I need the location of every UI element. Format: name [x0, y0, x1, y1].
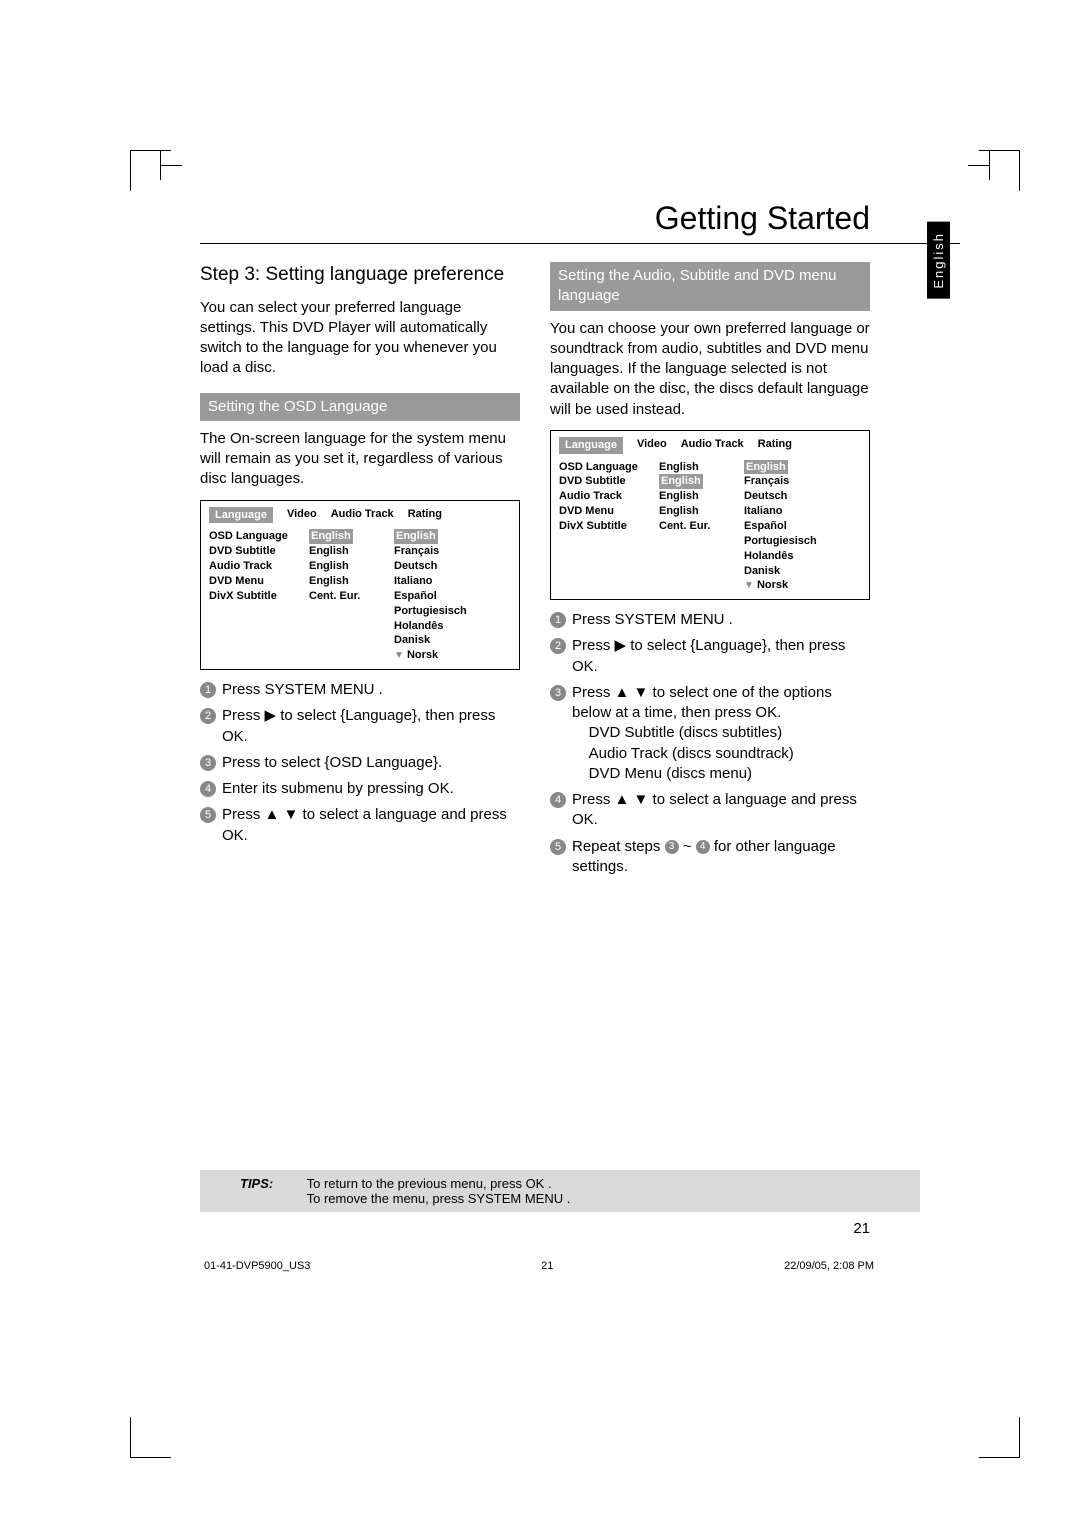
step-badge: 4 — [200, 781, 216, 797]
menu-row-label: DivX Subtitle — [559, 519, 649, 534]
menu-row-label: OSD Language — [209, 529, 299, 544]
step-badge: 5 — [550, 839, 566, 855]
menu-row-val: English — [659, 474, 703, 489]
menu-row-val: English — [659, 504, 734, 519]
reg-mark-tr — [968, 150, 990, 180]
menu-option: Italiano — [394, 574, 511, 589]
menu-option: Norsk — [757, 579, 788, 591]
menu-row-val: English — [659, 460, 734, 475]
audio-menu-screenshot: Language Video Audio Track Rating OSD La… — [550, 430, 870, 600]
step-badge: 1 — [550, 612, 566, 628]
menu-tab: Language — [209, 507, 273, 524]
right-column: Setting the Audio, Subtitle and DVD menu… — [550, 262, 870, 883]
crop-mark-bl — [130, 1417, 171, 1458]
menu-tab: Audio Track — [331, 507, 394, 524]
menu-row-val: English — [309, 559, 384, 574]
osd-heading: Setting the OSD Language — [200, 393, 520, 421]
step-badge: 4 — [550, 792, 566, 808]
menu-option: Français — [394, 544, 511, 559]
step-badge: 3 — [200, 755, 216, 771]
step3-heading: Step 3: Setting language preference — [200, 262, 520, 288]
page-title: Getting Started — [200, 200, 960, 244]
step-text: Press to select {OSD Language}. — [222, 753, 520, 773]
menu-tab: Video — [637, 437, 667, 454]
menu-option: Holandês — [394, 619, 511, 634]
tips-bar: TIPS: To return to the previous menu, pr… — [200, 1170, 920, 1212]
menu-row-label: OSD Language — [559, 460, 649, 475]
menu-option: Portugiesisch — [744, 534, 861, 549]
step-badge: 1 — [200, 682, 216, 698]
tips-line: To remove the menu, press SYSTEM MENU . — [307, 1191, 571, 1206]
scroll-down-icon: ▼ — [744, 580, 754, 591]
menu-tab: Video — [287, 507, 317, 524]
audio-heading: Setting the Audio, Subtitle and DVD menu… — [550, 262, 870, 311]
footer-file: 01-41-DVP5900_US3 — [204, 1260, 310, 1272]
menu-row-val: English — [309, 544, 384, 559]
menu-row-label: Audio Track — [559, 489, 649, 504]
step-text: Press ▲ ▼ to select one of the options b… — [572, 683, 870, 784]
footer-page: 21 — [541, 1260, 553, 1272]
menu-tab: Rating — [408, 507, 442, 524]
menu-row-val: Cent. Eur. — [309, 589, 384, 604]
step-badge: 2 — [200, 708, 216, 724]
menu-option: Danisk — [744, 564, 861, 579]
step-text: Press ▶ to select {Language}, then press… — [222, 706, 520, 747]
menu-row-val: English — [659, 489, 734, 504]
menu-option: Deutsch — [394, 559, 511, 574]
step-text: Press ▲ ▼ to select a language and press… — [222, 805, 520, 846]
menu-option: English — [394, 529, 438, 544]
scroll-down-icon: ▼ — [394, 650, 404, 661]
menu-row-val: English — [309, 574, 384, 589]
step-text: Press SYSTEM MENU . — [222, 680, 520, 700]
footer-bar: 01-41-DVP5900_US3 21 22/09/05, 2:08 PM — [200, 1260, 878, 1272]
menu-option: Norsk — [407, 649, 438, 661]
menu-row-label: DVD Menu — [559, 504, 649, 519]
osd-menu-screenshot: Language Video Audio Track Rating OSD La… — [200, 500, 520, 670]
menu-tab: Rating — [758, 437, 792, 454]
page-content: English Getting Started Step 3: Setting … — [200, 200, 960, 883]
step-text: Press ▶ to select {Language}, then press… — [572, 636, 870, 677]
menu-row-label: DivX Subtitle — [209, 589, 299, 604]
audio-intro: You can choose your own preferred langua… — [550, 319, 870, 420]
reg-mark-tl — [160, 150, 182, 180]
crop-mark-br — [979, 1417, 1020, 1458]
menu-option: Portugiesisch — [394, 604, 511, 619]
tips-line: To return to the previous menu, press OK… — [307, 1176, 552, 1191]
menu-row-label: DVD Subtitle — [559, 474, 649, 489]
menu-row-val: English — [309, 529, 353, 544]
menu-option: Holandês — [744, 549, 861, 564]
menu-option: Deutsch — [744, 489, 861, 504]
step-text: Repeat steps 3 ~ 4 for other language se… — [572, 837, 870, 878]
menu-option: Danisk — [394, 633, 511, 648]
language-side-tab: English — [927, 222, 950, 299]
menu-row-label: DVD Menu — [209, 574, 299, 589]
osd-intro: The On-screen language for the system me… — [200, 429, 520, 490]
step-text: Enter its submenu by pressing OK. — [222, 779, 520, 799]
menu-row-val: Cent. Eur. — [659, 519, 734, 534]
menu-option: Español — [744, 519, 861, 534]
menu-row-label: DVD Subtitle — [209, 544, 299, 559]
menu-row-label: Audio Track — [209, 559, 299, 574]
step-text: Press SYSTEM MENU . — [572, 610, 870, 630]
menu-option: English — [744, 460, 788, 475]
step-badge: 2 — [550, 638, 566, 654]
tips-label: TIPS: — [240, 1176, 273, 1191]
footer-date: 22/09/05, 2:08 PM — [784, 1260, 874, 1272]
step-badge: 3 — [550, 685, 566, 701]
step-text: Press ▲ ▼ to select a language and press… — [572, 790, 870, 831]
menu-option: Italiano — [744, 504, 861, 519]
page-number: 21 — [853, 1220, 870, 1237]
step-badge: 5 — [200, 807, 216, 823]
menu-option: Español — [394, 589, 511, 604]
left-column: Step 3: Setting language preference You … — [200, 262, 520, 883]
intro-text: You can select your preferred language s… — [200, 298, 520, 379]
menu-tab: Audio Track — [681, 437, 744, 454]
menu-option: Français — [744, 474, 861, 489]
menu-tab: Language — [559, 437, 623, 454]
